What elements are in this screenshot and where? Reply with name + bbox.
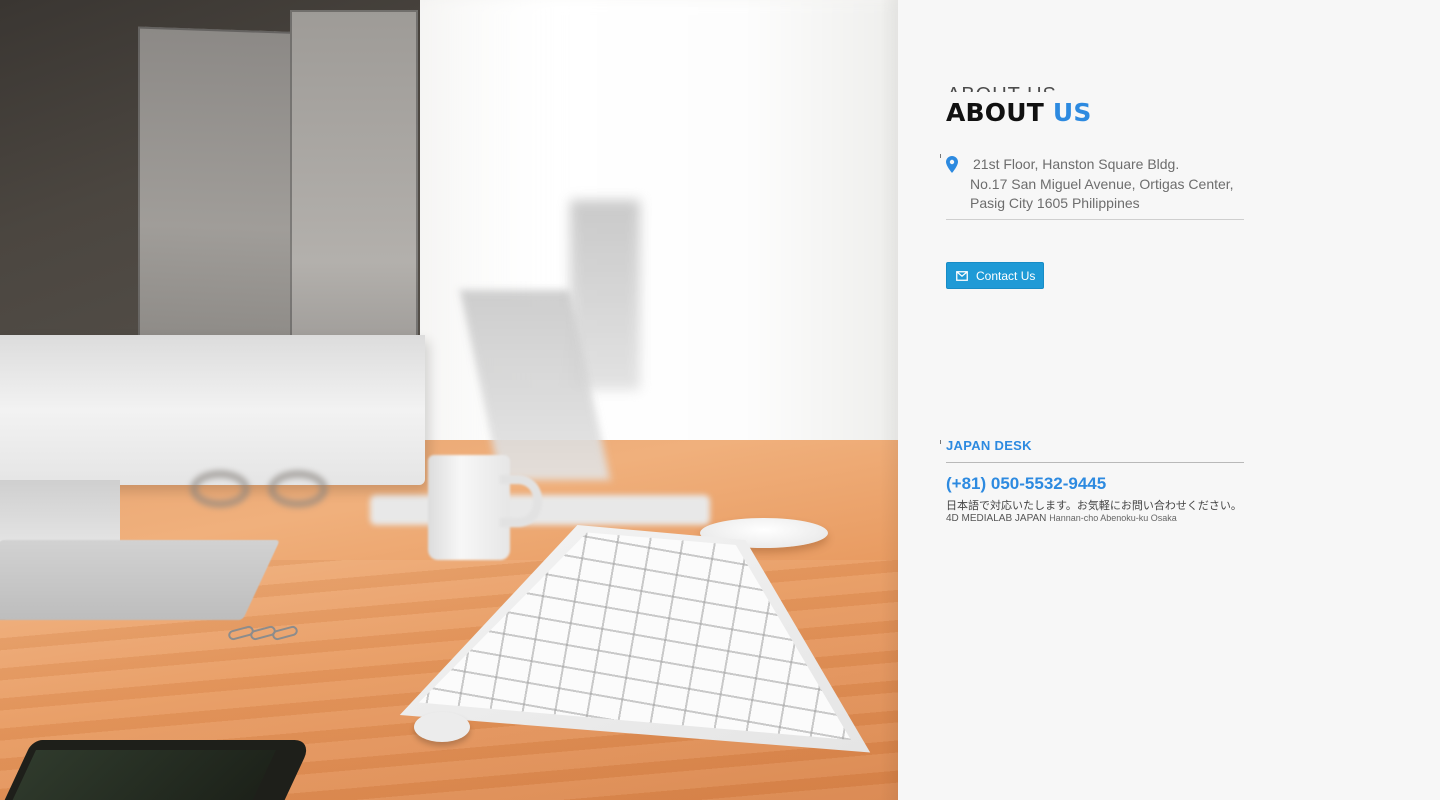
divider-tick [940, 440, 941, 444]
japan-office-info: 4D MEDIALAB JAPAN Hannan-cho Abenoku-ku … [946, 513, 1177, 524]
monitor-screen-window [290, 10, 418, 370]
keyboard-foot [414, 712, 470, 742]
eyeglasses [190, 470, 340, 510]
monitor-foot [0, 540, 281, 620]
contact-us-button[interactable]: Contact Us [946, 262, 1044, 289]
hero-photo [0, 0, 898, 800]
heading-main: ABOUT [946, 98, 1045, 127]
mug-handle [500, 475, 542, 527]
coffee-mug [428, 455, 510, 560]
japan-desk-title: JAPAN DESK [946, 438, 1032, 453]
japan-desk-phone[interactable]: (+81) 050-5532-9445 [946, 474, 1106, 494]
monitor-body [0, 335, 425, 485]
company-address: Hannan-cho Abenoku-ku Osaka [1049, 513, 1177, 523]
contact-us-label: Contact Us [976, 268, 1036, 283]
address-line-1: 21st Floor, Hanston Square Bldg. [973, 156, 1180, 172]
photo-edge-shadow [880, 0, 898, 800]
tablet-screen [8, 750, 276, 800]
divider [946, 219, 1244, 220]
divider-tick [940, 154, 941, 158]
about-panel: ABOUT US ABOUT US 21st Floor, Hanston Sq… [898, 0, 1440, 800]
map-pin-icon [946, 156, 958, 174]
office-address: 21st Floor, Hanston Square Bldg. No.17 S… [970, 155, 1234, 213]
heading-ghost: ABOUT US [947, 82, 1057, 92]
address-line-2: No.17 San Miguel Avenue, Ortigas Center, [970, 176, 1234, 192]
company-name: 4D MEDIALAB JAPAN [946, 513, 1047, 524]
address-line-3: Pasig City 1605 Philippines [970, 195, 1140, 211]
japanese-support-note: 日本語で対応いたします。お気軽にお問い合わせください。 [946, 499, 1242, 512]
divider [946, 462, 1244, 463]
about-heading: ABOUT US [946, 98, 1092, 127]
heading-accent: US [1052, 98, 1092, 127]
envelope-icon [956, 270, 968, 281]
paper-clips [227, 622, 300, 646]
